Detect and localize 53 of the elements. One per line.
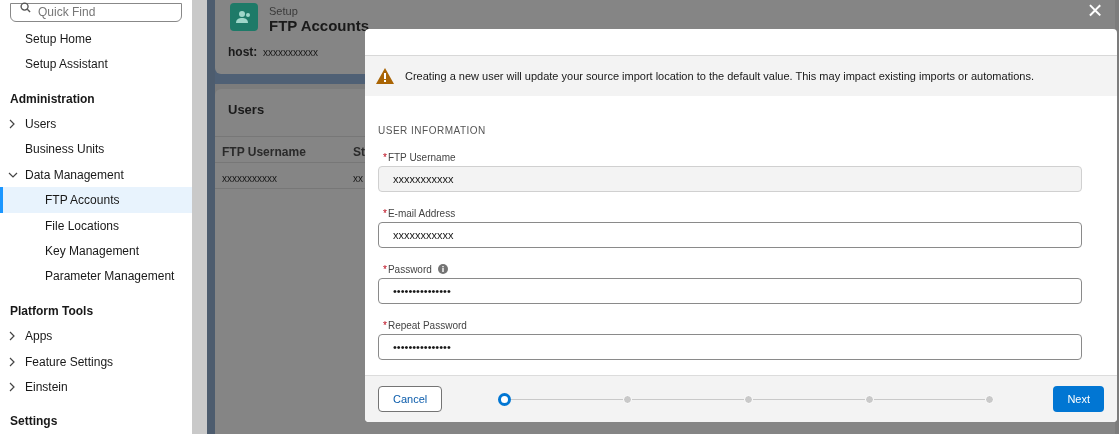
section-title: USER INFORMATION <box>378 124 487 138</box>
quick-find-field[interactable]: Quick Find <box>10 2 182 22</box>
field-label: Repeat Password <box>387 318 467 333</box>
table-cell-text: xx <box>353 172 363 186</box>
host-label: host: <box>228 44 258 61</box>
field-label: E-mail Address <box>387 206 456 221</box>
column-header: FTP Username <box>222 144 306 161</box>
cancel-button[interactable]: Cancel <box>378 386 443 412</box>
sidebar-item[interactable]: Setup Assistant <box>0 51 192 77</box>
page-title: FTP Accounts <box>269 17 369 36</box>
section-heading: Administration <box>9 90 96 108</box>
input-field[interactable]: xxxxxxxxxxx <box>378 222 1082 248</box>
chevron-right-icon[interactable] <box>8 118 16 129</box>
chevron-right-icon[interactable] <box>8 356 16 367</box>
info-icon[interactable] <box>437 264 448 274</box>
close-button[interactable]: × <box>1084 0 1106 20</box>
section-heading: Platform Tools <box>9 302 95 320</box>
next-button[interactable]: Next <box>1053 386 1104 412</box>
chevron-right-icon[interactable] <box>8 331 16 342</box>
host-value: xxxxxxxxxxx <box>263 46 318 60</box>
input-field: xxxxxxxxxxx <box>378 166 1082 192</box>
warning-icon <box>375 67 395 85</box>
sidebar-item[interactable]: Apps <box>0 323 192 349</box>
field-label: FTP Username <box>387 150 456 165</box>
section-heading: Settings <box>9 413 59 431</box>
required-asterisk: * <box>383 206 387 221</box>
sidebar-item[interactable]: Setup Home <box>0 26 192 52</box>
required-asterisk: * <box>383 262 387 277</box>
column-header: St <box>353 144 365 161</box>
sidebar-item[interactable]: Business Units <box>0 136 192 163</box>
chevron-right-icon[interactable] <box>8 382 16 392</box>
input-field[interactable]: ••••••••••••••• <box>378 278 1082 304</box>
chevron-down-icon[interactable] <box>8 170 18 179</box>
sidebar-item[interactable]: FTP Accounts <box>0 187 192 213</box>
table-cell-text: xxxxxxxxxxx <box>222 172 277 186</box>
sidebar-item[interactable]: File Locations <box>0 212 192 239</box>
sidebar-item[interactable]: Feature Settings <box>0 348 192 375</box>
required-asterisk: * <box>383 150 387 165</box>
scrollbar[interactable] <box>192 0 207 434</box>
warning-message: Creating a new user will update your source import location to the default value. This may impact existing imports or automations. <box>405 68 1034 84</box>
required-asterisk: * <box>383 318 387 333</box>
sidebar-item[interactable]: Data Management <box>0 162 192 188</box>
breadcrumb: Setup <box>269 4 298 19</box>
sidebar-item[interactable]: Parameter Management <box>0 263 192 290</box>
sidebar-item[interactable]: Key Management <box>0 238 192 264</box>
sidebar-item[interactable]: Users <box>0 111 192 137</box>
users-icon <box>230 3 258 31</box>
search-icon <box>20 2 31 13</box>
sidebar-item[interactable]: Einstein <box>0 374 192 400</box>
input-field[interactable]: ••••••••••••••• <box>378 334 1082 360</box>
progress-step[interactable] <box>498 392 512 406</box>
card-title: Users <box>228 101 265 119</box>
field-label: Password <box>387 262 432 277</box>
